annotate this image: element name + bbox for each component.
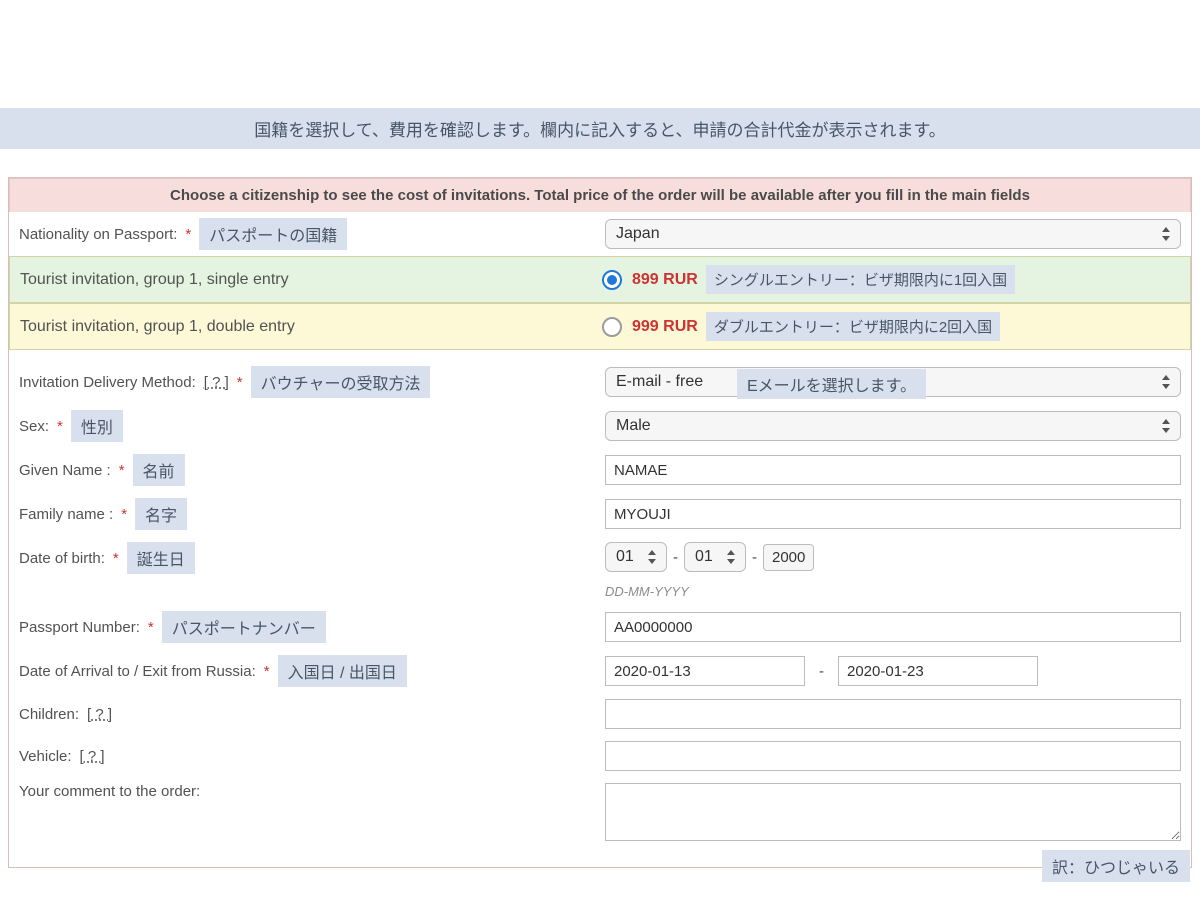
label-dob: Date of birth: (19, 550, 105, 567)
tag-single: シングルエントリー：ビザ期限内に1回入国 (706, 265, 1015, 294)
row-dob: Date of birth: * 誕生日 01 - 01 - 2000 (9, 536, 1191, 605)
required-asterisk: * (113, 550, 119, 567)
form: Choose a citizenship to see the cost of … (8, 177, 1192, 868)
dash: - (819, 663, 824, 680)
label-vehicle: Vehicle: (19, 748, 72, 765)
dob-day: 01 (616, 548, 634, 566)
radio-single[interactable] (602, 270, 622, 290)
required-asterisk: * (121, 506, 127, 523)
translator-credit: 訳：ひつじゃいる (1042, 850, 1190, 882)
row-sex: Sex: * 性別 Male (9, 404, 1191, 448)
help-children[interactable]: [ ? ] (87, 706, 112, 723)
sex-select[interactable]: Male (605, 411, 1181, 441)
help-vehicle[interactable]: [ ? ] (80, 748, 105, 765)
tag-passport: パスポートナンバー (162, 611, 326, 643)
label-travel: Date of Arrival to / Exit from Russia: (19, 663, 256, 680)
required-asterisk: * (237, 374, 243, 391)
notice-bar: Choose a citizenship to see the cost of … (9, 178, 1191, 212)
dob-hint: DD-MM-YYYY (605, 584, 689, 599)
option-label: Tourist invitation, group 1, single entr… (18, 271, 602, 289)
price-single: 899 RUR (632, 271, 698, 289)
comment-textarea[interactable] (605, 783, 1181, 841)
chevron-updown-icon (648, 550, 658, 564)
passport-input[interactable] (605, 612, 1181, 642)
nationality-value: Japan (616, 225, 660, 243)
tag-family: 名字 (135, 498, 187, 530)
tag-travel: 入国日 / 出国日 (278, 655, 407, 687)
radio-double[interactable] (602, 317, 622, 337)
sex-value: Male (616, 417, 651, 435)
row-delivery: Invitation Delivery Method: [ ? ] * バウチャ… (9, 360, 1191, 404)
dob-month-select[interactable]: 01 (684, 542, 746, 572)
tag-dob: 誕生日 (127, 542, 195, 574)
tag-delivery: バウチャーの受取方法 (251, 366, 431, 398)
chevron-updown-icon (1162, 375, 1172, 389)
overlay-delivery: Eメールを選択します。 (737, 369, 926, 399)
chevron-updown-icon (1162, 227, 1172, 241)
exit-date-input[interactable] (838, 656, 1038, 686)
required-asterisk: * (148, 619, 154, 636)
label-comment: Your comment to the order: (19, 783, 200, 800)
tag-given: 名前 (133, 454, 185, 486)
required-asterisk: * (185, 226, 191, 243)
dash: - (673, 549, 678, 566)
tag-double: ダブルエントリー：ビザ期限内に2回入国 (706, 312, 1000, 341)
help-delivery[interactable]: [ ? ] (204, 374, 229, 391)
vehicle-input[interactable] (605, 741, 1181, 771)
row-given-name: Given Name : * 名前 (9, 448, 1191, 492)
label-sex: Sex: (19, 418, 49, 435)
chevron-updown-icon (727, 550, 737, 564)
dash: - (752, 549, 757, 566)
dob-month: 01 (695, 548, 713, 566)
label-children: Children: (19, 706, 79, 723)
row-vehicle: Vehicle: [ ? ] (9, 735, 1191, 777)
required-asterisk: * (119, 462, 125, 479)
children-input[interactable] (605, 699, 1181, 729)
price-double: 999 RUR (632, 318, 698, 336)
dob-day-select[interactable]: 01 (605, 542, 667, 572)
label-given: Given Name : (19, 462, 111, 479)
option-label: Tourist invitation, group 1, double entr… (18, 318, 602, 336)
row-travel-dates: Date of Arrival to / Exit from Russia: *… (9, 649, 1191, 693)
nationality-select[interactable]: Japan (605, 219, 1181, 249)
required-asterisk: * (57, 418, 63, 435)
label-passport: Passport Number: (19, 619, 140, 636)
invitation-option-double[interactable]: Tourist invitation, group 1, double entr… (9, 303, 1191, 350)
given-name-input[interactable] (605, 455, 1181, 485)
top-banner: 国籍を選択して、費用を確認します。欄内に記入すると、申請の合計代金が表示されます… (0, 108, 1200, 149)
arrival-date-input[interactable] (605, 656, 805, 686)
chevron-updown-icon (1162, 419, 1172, 433)
invitation-option-single[interactable]: Tourist invitation, group 1, single entr… (9, 256, 1191, 303)
row-family-name: Family name : * 名字 (9, 492, 1191, 536)
label-nationality: Nationality on Passport: (19, 226, 177, 243)
family-name-input[interactable] (605, 499, 1181, 529)
page: 国籍を選択して、費用を確認します。欄内に記入すると、申請の合計代金が表示されます… (0, 0, 1200, 897)
row-children: Children: [ ? ] (9, 693, 1191, 735)
required-asterisk: * (264, 663, 270, 680)
row-nationality: Nationality on Passport: * パスポートの国籍 Japa… (9, 212, 1191, 256)
label-delivery: Invitation Delivery Method: (19, 374, 196, 391)
label-family: Family name : (19, 506, 113, 523)
row-comment: Your comment to the order: (9, 777, 1191, 847)
tag-nationality: パスポートの国籍 (199, 218, 347, 250)
tag-sex: 性別 (71, 410, 123, 442)
delivery-value: E-mail - free (616, 373, 703, 391)
dob-year-input[interactable]: 2000 (763, 544, 814, 571)
row-passport: Passport Number: * パスポートナンバー (9, 605, 1191, 649)
